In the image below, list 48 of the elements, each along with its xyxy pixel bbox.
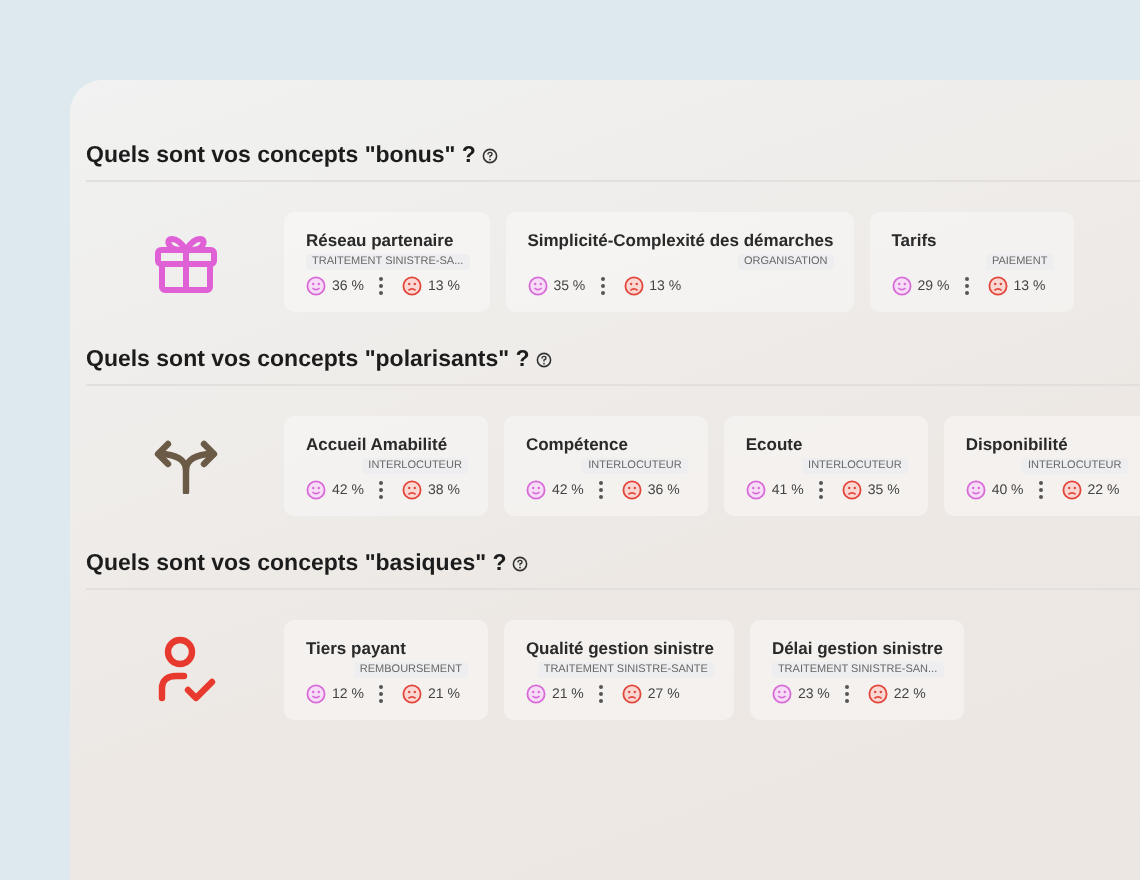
more-icon[interactable] bbox=[817, 480, 824, 500]
smile-icon bbox=[306, 276, 326, 296]
help-icon[interactable] bbox=[535, 352, 552, 368]
frown-icon bbox=[621, 480, 642, 500]
frown-icon bbox=[401, 276, 422, 296]
more-icon[interactable] bbox=[599, 276, 606, 296]
more-icon[interactable] bbox=[377, 276, 384, 296]
smile-icon bbox=[306, 480, 326, 500]
concept-title: Disponibilité bbox=[965, 434, 1070, 454]
split-arrow-icon bbox=[151, 438, 219, 494]
concept-title: Réseau partenaire bbox=[306, 230, 456, 250]
more-icon[interactable] bbox=[377, 684, 384, 704]
smile-icon bbox=[306, 684, 326, 704]
concept-title: Accueil Amabilité bbox=[306, 434, 450, 454]
smile-icon bbox=[771, 684, 792, 704]
frown-icon bbox=[841, 480, 862, 500]
section-heading: Quels sont vos concepts "basiques" ? bbox=[86, 552, 507, 576]
smile-icon bbox=[527, 276, 548, 296]
frown-icon bbox=[401, 480, 422, 500]
concept-title: Compétence bbox=[525, 434, 630, 454]
more-icon[interactable] bbox=[597, 480, 604, 500]
more-icon[interactable] bbox=[963, 276, 970, 296]
section-heading: Quels sont vos concepts "polarisants" ? bbox=[86, 348, 530, 372]
frown-icon bbox=[621, 684, 642, 704]
concept-title: Simplicité-Complexité des démarches bbox=[527, 230, 834, 250]
smile-icon bbox=[525, 480, 546, 500]
frown-icon bbox=[623, 276, 644, 296]
more-icon[interactable] bbox=[597, 684, 604, 704]
smile-icon bbox=[525, 684, 546, 704]
smile-icon bbox=[891, 276, 912, 296]
smile-icon bbox=[745, 480, 766, 500]
section-heading: Quels sont vos concepts "bonus" ? bbox=[86, 144, 476, 168]
user-check-icon bbox=[155, 634, 215, 706]
help-icon[interactable] bbox=[512, 556, 529, 572]
smile-icon bbox=[965, 480, 986, 500]
concept-title: Qualité gestion sinistre bbox=[525, 638, 714, 658]
more-icon[interactable] bbox=[1037, 480, 1044, 500]
concept-title: Ecoute bbox=[745, 434, 805, 454]
frown-icon bbox=[1061, 480, 1082, 500]
concept-title: Délai gestion sinistre bbox=[771, 638, 944, 658]
frown-icon bbox=[867, 684, 888, 704]
concept-title: Tarifs bbox=[891, 230, 939, 250]
help-icon[interactable] bbox=[481, 148, 498, 164]
frown-icon bbox=[987, 276, 1008, 296]
more-icon[interactable] bbox=[843, 684, 850, 704]
concept-title: Tiers payant bbox=[306, 638, 408, 658]
frown-icon bbox=[401, 684, 422, 704]
more-icon[interactable] bbox=[377, 480, 384, 500]
